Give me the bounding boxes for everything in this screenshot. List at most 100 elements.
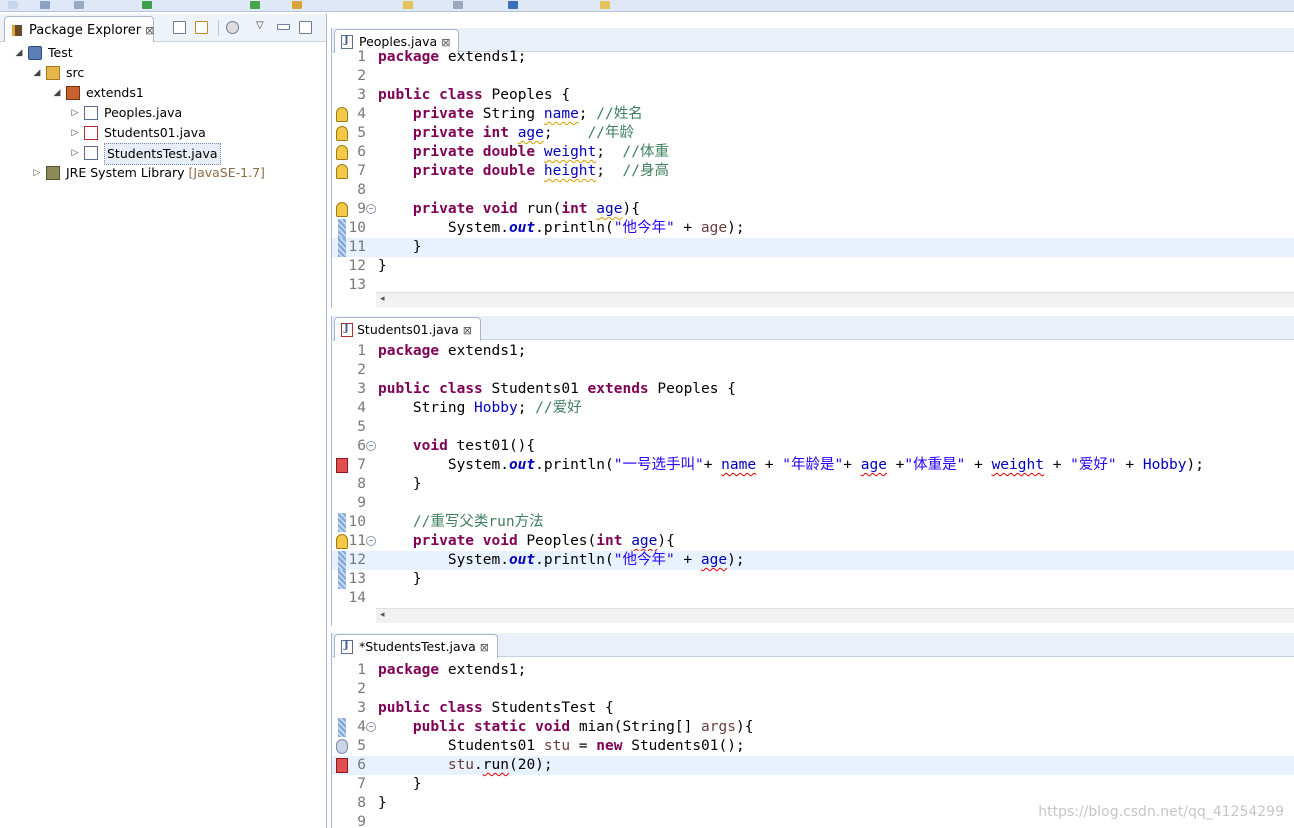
editor-peoples: Peoples.java⊠ 1package extends1;23public… [331, 28, 1294, 308]
print-icon[interactable] [74, 1, 84, 9]
expanded-arrow-icon[interactable]: ◢ [14, 43, 24, 63]
code-text: System.out.println("一号选手叫"+ name + "年龄是"… [378, 457, 1204, 473]
scroll-left-icon[interactable]: ◂ [380, 294, 385, 304]
link-with-editor-icon[interactable] [195, 21, 208, 34]
maximize-icon[interactable] [299, 21, 312, 34]
nav-forward-icon[interactable] [600, 1, 610, 9]
save-icon[interactable] [40, 1, 50, 9]
line-number: 7 [357, 457, 366, 473]
code-line[interactable]: 3 public class StudentsTest { [332, 699, 1294, 718]
tab-package-explorer[interactable]: Package Explorer ⊠ [4, 16, 154, 42]
collapse-all-icon[interactable] [173, 21, 186, 34]
code-text: public class Students01 extends Peoples … [378, 381, 736, 397]
code-text: System.out.println("他今年" + age); [378, 552, 745, 568]
tree-item[interactable]: ▷ StudentsTest.java [0, 143, 320, 165]
code-line[interactable]: 9− private void run(int age){ [332, 200, 1294, 219]
code-line[interactable]: 7 } [332, 775, 1294, 794]
tree-item[interactable]: ◢ Test [0, 43, 320, 63]
view-menu-chevron-down-icon[interactable]: ▽ [256, 21, 269, 34]
code-line[interactable]: 5 [332, 418, 1294, 437]
filter-icon[interactable] [226, 21, 239, 34]
code-line[interactable]: 13 } [332, 570, 1294, 589]
code-line[interactable]: 5 Students01 stu = new Students01(); [332, 737, 1294, 756]
code-line[interactable]: 6 stu.run(20); [332, 756, 1294, 775]
code-line[interactable]: 3 public class Students01 extends Peoples… [332, 380, 1294, 399]
line-number: 8 [357, 182, 366, 198]
code-text: } [378, 476, 422, 492]
fold-toggle-icon[interactable]: − [366, 441, 376, 451]
fold-toggle-icon[interactable]: − [366, 204, 376, 214]
code-line[interactable]: 1 package extends1; [332, 342, 1294, 361]
line-number: 2 [357, 362, 366, 378]
code-text: Students01 stu = new Students01(); [378, 738, 745, 754]
code-line[interactable]: 5 private int age; //年龄 [332, 124, 1294, 143]
expanded-arrow-icon[interactable]: ◢ [32, 63, 42, 83]
debug-icon[interactable] [142, 1, 152, 9]
code-line[interactable]: 12} [332, 257, 1294, 276]
line-number: 5 [357, 419, 366, 435]
code-text: } [378, 239, 422, 255]
code-line[interactable]: 3 public class Peoples { [332, 86, 1294, 105]
fold-toggle-icon[interactable]: − [366, 536, 376, 546]
search-icon[interactable] [403, 1, 413, 9]
code-line[interactable]: 4 private String name; //姓名 [332, 105, 1294, 124]
close-icon[interactable]: ⊠ [463, 324, 472, 337]
tab-studentstest-java[interactable]: *StudentsTest.java ⊠ [334, 634, 498, 658]
code-line[interactable]: 12 System.out.println("他今年" + age); [332, 551, 1294, 570]
code-line[interactable]: 4− public static void mian(String[] args… [332, 718, 1294, 737]
code-line[interactable]: 11− private void Peoples(int age){ [332, 532, 1294, 551]
fold-toggle-icon[interactable]: − [366, 722, 376, 732]
code-area[interactable]: 1 package extends1; 2 3 public class Student… [332, 342, 1294, 608]
code-line[interactable]: 1 package extends1; [332, 661, 1294, 680]
expanded-arrow-icon[interactable]: ◢ [52, 83, 62, 103]
code-line[interactable]: 8 } [332, 475, 1294, 494]
collapsed-arrow-icon[interactable]: ▷ [70, 143, 80, 163]
code-line[interactable]: 11 } [332, 238, 1294, 257]
code-line[interactable]: 6 private double weight; //体重 [332, 143, 1294, 162]
minimize-icon[interactable] [277, 24, 290, 30]
nav-icon[interactable] [453, 1, 463, 9]
close-icon[interactable]: ⊠ [480, 641, 489, 654]
open-type-icon[interactable] [292, 1, 302, 9]
code-line[interactable]: 2 [332, 67, 1294, 86]
tree-item[interactable]: ◢ src [0, 63, 320, 83]
collapsed-arrow-icon[interactable]: ▷ [70, 103, 80, 123]
code-text: System.out.println("他今年" + age); [378, 220, 745, 236]
code-line[interactable]: 9 [332, 494, 1294, 513]
tree-item[interactable]: ◢ extends1 [0, 83, 320, 103]
horizontal-scrollbar[interactable]: ◂ [376, 608, 1294, 623]
code-line[interactable]: 10 //重写父类run方法 [332, 513, 1294, 532]
collapsed-arrow-icon[interactable]: ▷ [70, 123, 80, 143]
code-line[interactable]: 7 private double height; //身高 [332, 162, 1294, 181]
code-line[interactable]: 10 System.out.println("他今年" + age); [332, 219, 1294, 238]
new-icon[interactable] [8, 1, 18, 9]
code-text: private void Peoples(int age){ [412, 533, 675, 549]
code-line[interactable]: 7 System.out.println("一号选手叫"+ name + "年龄… [332, 456, 1294, 475]
line-number: 1 [357, 343, 366, 359]
tree-item-label: Students01.java [104, 125, 206, 140]
package-icon [66, 86, 80, 100]
code-area[interactable]: 1 package extends1; 2 3 public class Peoples… [332, 48, 1294, 294]
scroll-left-icon[interactable]: ◂ [380, 610, 385, 620]
code-text: package extends1; [378, 49, 527, 65]
tree-item[interactable]: ▷ JRE System Library [JavaSE-1.7] [0, 163, 320, 183]
code-line[interactable]: 6− void test01(){ [332, 437, 1294, 456]
tree-item[interactable]: ▷ Students01.java [0, 123, 320, 143]
run-icon[interactable] [250, 1, 260, 9]
horizontal-scrollbar[interactable]: ◂ [376, 292, 1294, 307]
nav-back-icon[interactable] [508, 1, 518, 9]
code-area[interactable]: 1 package extends1; 2 3 public class Student… [332, 661, 1294, 828]
tree-item[interactable]: ▷ Peoples.java [0, 103, 320, 123]
editor-students01: Students01.java ⊠ 1 package extends1; 2 3 pub… [331, 316, 1294, 626]
code-line[interactable]: 14 [332, 589, 1294, 608]
close-icon[interactable]: ⊠ [145, 24, 154, 37]
code-text: private double weight; //体重 [412, 144, 669, 160]
code-line[interactable]: 8 [332, 181, 1294, 200]
tab-students01-java[interactable]: Students01.java ⊠ [334, 317, 482, 341]
code-line[interactable]: 2 [332, 680, 1294, 699]
collapsed-arrow-icon[interactable]: ▷ [32, 163, 42, 183]
code-line[interactable]: 4 String Hobby; //爱好 [332, 399, 1294, 418]
project-icon [28, 46, 42, 60]
code-line[interactable]: 2 [332, 361, 1294, 380]
code-line[interactable]: 1 package extends1; [332, 48, 1294, 67]
